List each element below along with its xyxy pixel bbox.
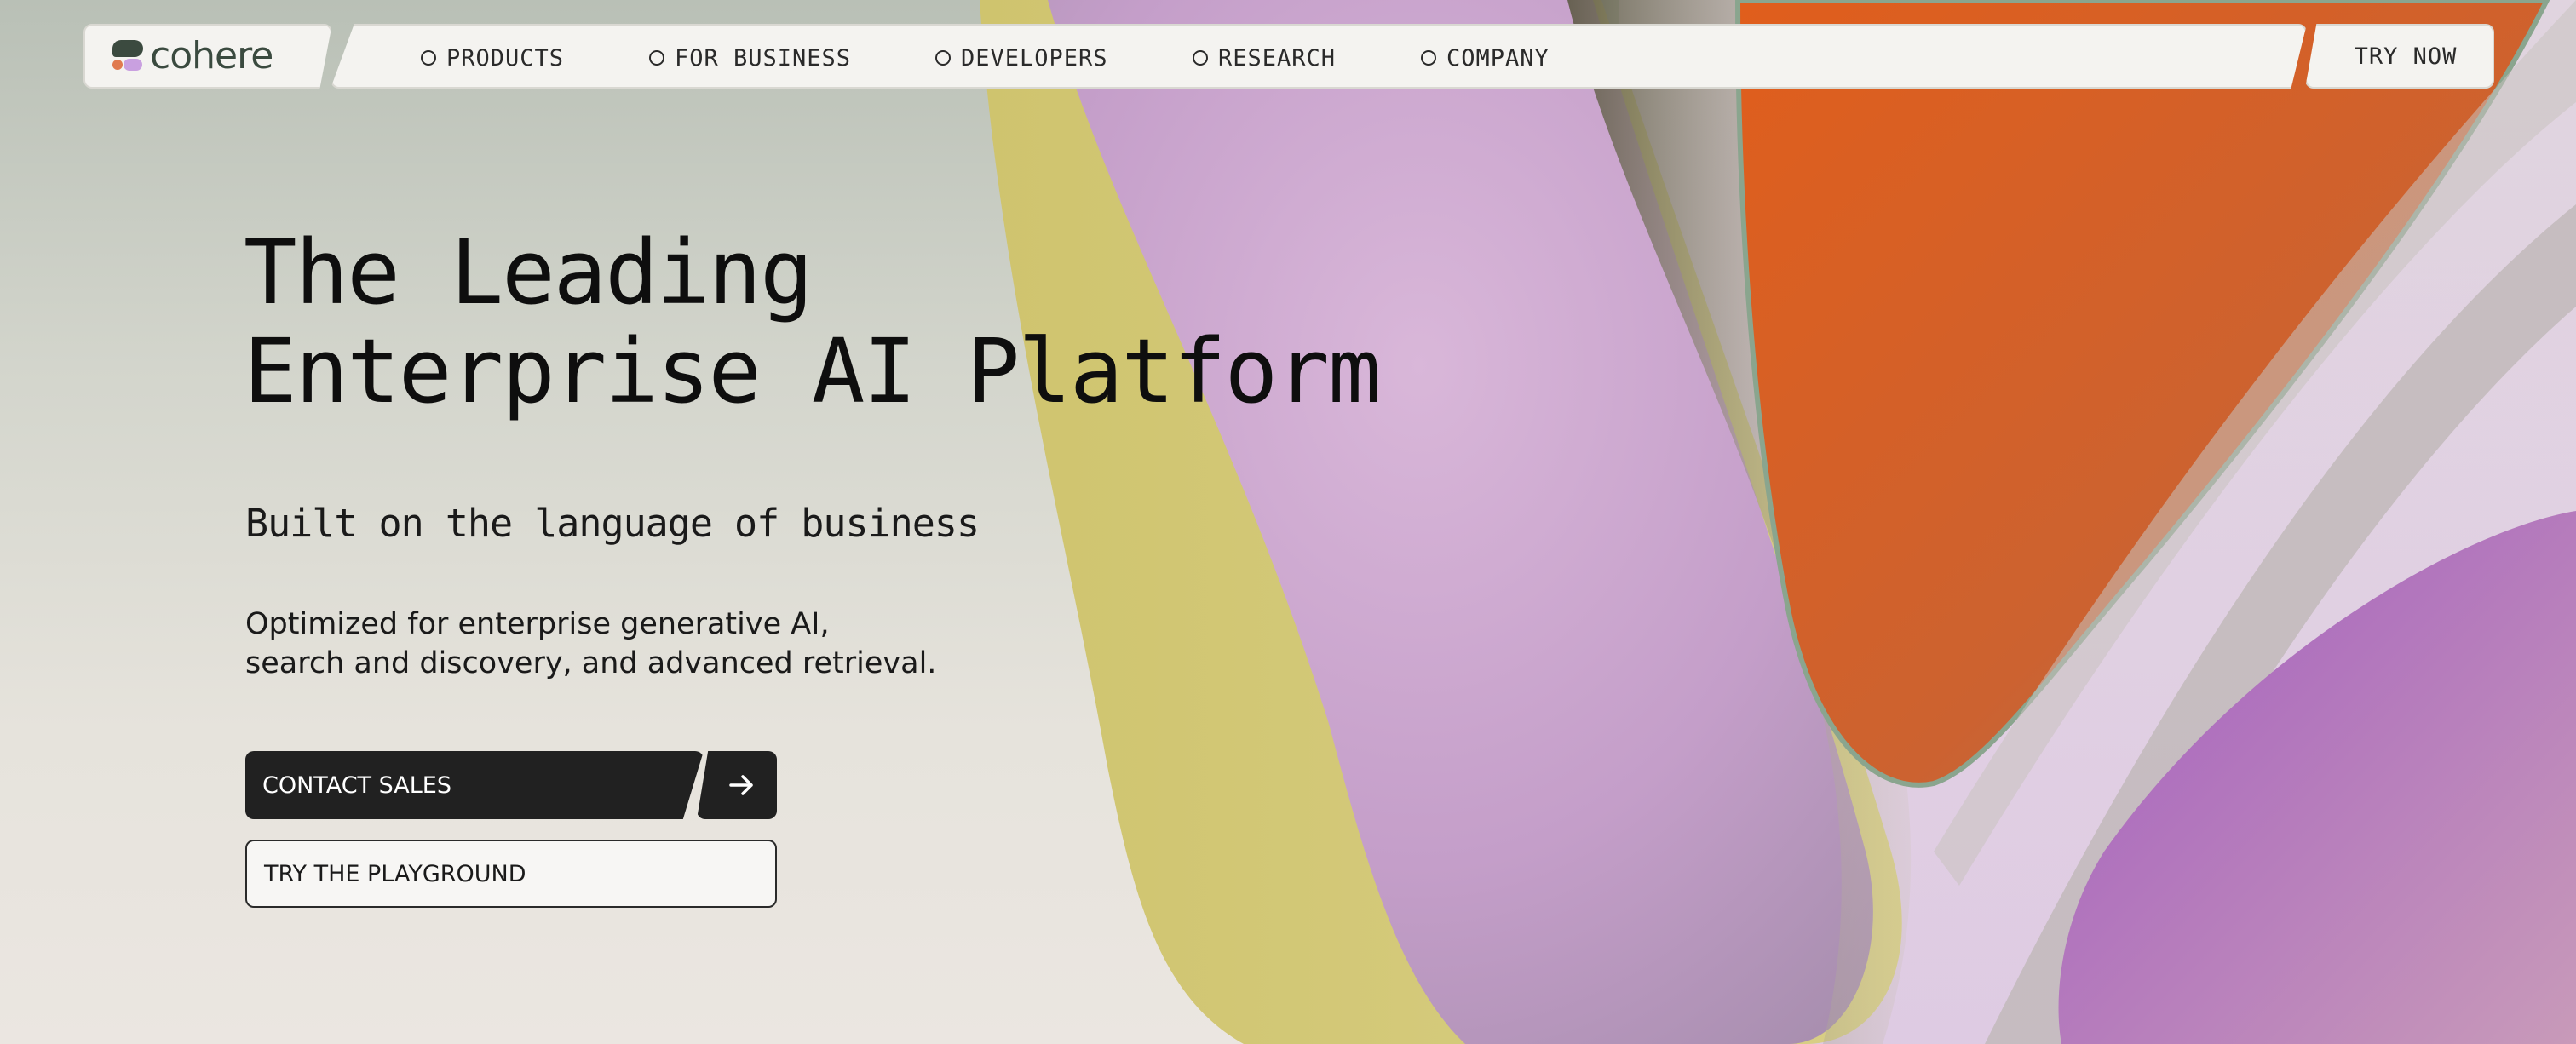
try-now-button[interactable]: TRY NOW [2305,24,2494,89]
hero-title-line-1: The Leading [244,221,814,324]
hero-title: The Leading Enterprise AI Platform [244,221,1381,423]
nav-item-label: COMPANY [1446,44,1550,72]
nav-item-company[interactable]: COMPANY [1421,26,1550,89]
circle-icon [935,50,951,66]
try-playground-button[interactable]: TRY THE PLAYGROUND [245,840,777,908]
nav-item-label: DEVELOPERS [961,44,1108,72]
circle-icon [421,50,436,66]
nav-item-for-business[interactable]: FOR BUSINESS [649,26,852,89]
arrow-right-icon [729,775,753,795]
nav-item-products[interactable]: PRODUCTS [421,26,565,89]
cohere-logo-icon [112,40,143,72]
try-playground-label: TRY THE PLAYGROUND [264,860,526,887]
nav-item-label: PRODUCTS [446,44,565,72]
brand-name: cohere [150,34,273,77]
hero-description: Optimized for enterprise generative AI, … [245,605,1012,683]
hero-title-line-2: Enterprise AI Platform [244,319,1381,423]
hero-description-line-2: search and discovery, and advanced retri… [245,646,937,680]
hero-subtitle: Built on the language of business [245,501,980,546]
logo-link[interactable]: cohere [83,24,332,89]
main-nav: PRODUCTS FOR BUSINESS DEVELOPERS RESEARC… [331,24,2307,89]
contact-sales-label: CONTACT SALES [262,772,451,799]
circle-icon [1421,50,1436,66]
circle-icon [649,50,664,66]
hero-description-line-1: Optimized for enterprise generative AI, [245,607,830,641]
nav-item-label: RESEARCH [1218,44,1337,72]
circle-icon [1193,50,1208,66]
nav-item-research[interactable]: RESEARCH [1193,26,1337,89]
nav-item-developers[interactable]: DEVELOPERS [935,26,1108,89]
nav-item-label: FOR BUSINESS [675,44,852,72]
contact-sales-arrow-button[interactable] [697,751,777,819]
contact-sales-button[interactable]: CONTACT SALES [245,751,704,819]
